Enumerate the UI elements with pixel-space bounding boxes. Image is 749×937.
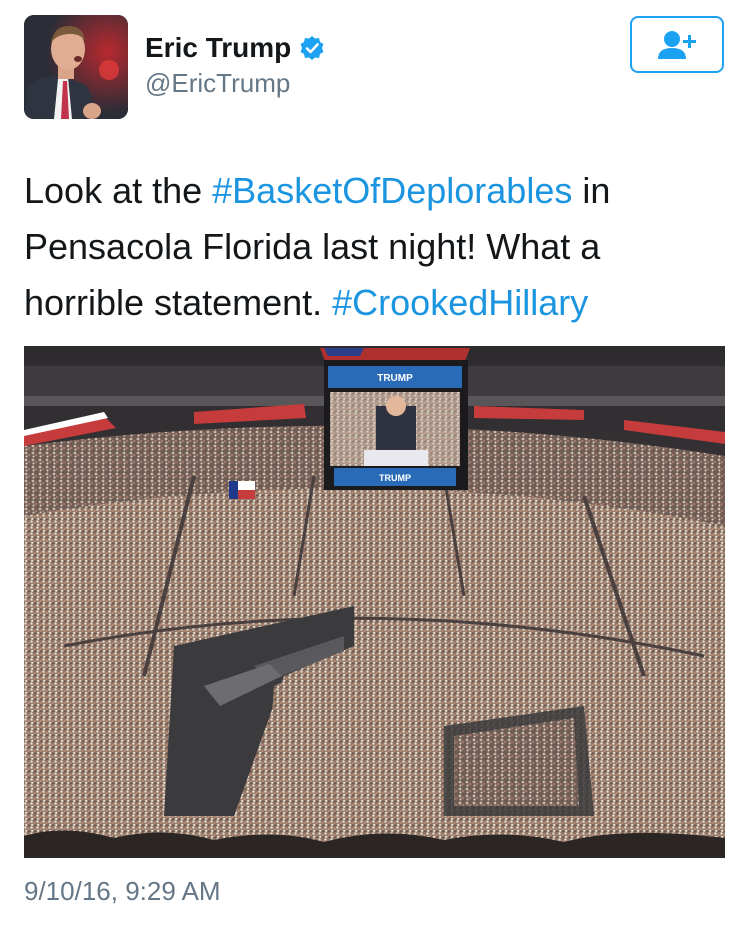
tweet-timestamp[interactable]: 9/10/16, 9:29 AM bbox=[24, 876, 221, 907]
avatar[interactable] bbox=[24, 15, 128, 119]
arena-crowd-photo: TRUMP TRUMP bbox=[24, 346, 725, 858]
avatar-photo bbox=[24, 15, 128, 119]
tweet-media-photo[interactable]: TRUMP TRUMP bbox=[24, 346, 725, 858]
author-name-row: Eric Trump bbox=[145, 28, 325, 68]
jumbotron-bottom-sign: TRUMP bbox=[379, 473, 411, 483]
follow-user-plus-icon bbox=[658, 30, 696, 59]
follow-button[interactable] bbox=[630, 16, 724, 73]
tweet-text: Look at the #BasketOfDeplorables in Pens… bbox=[24, 163, 724, 331]
tweet-card: Eric Trump @EricTrump Look at the #Baske… bbox=[0, 0, 749, 937]
author-handle[interactable]: @EricTrump bbox=[145, 68, 290, 99]
jumbotron-top-sign: TRUMP bbox=[377, 373, 413, 384]
hashtag-basketofdeplorables[interactable]: #BasketOfDeplorables bbox=[212, 170, 572, 211]
tweet-text-part-1: Look at the bbox=[24, 170, 213, 211]
verified-badge-icon bbox=[300, 36, 324, 60]
display-name[interactable]: Eric Trump bbox=[145, 32, 291, 64]
hashtag-crookedhillary[interactable]: #CrookedHillary bbox=[332, 282, 588, 323]
